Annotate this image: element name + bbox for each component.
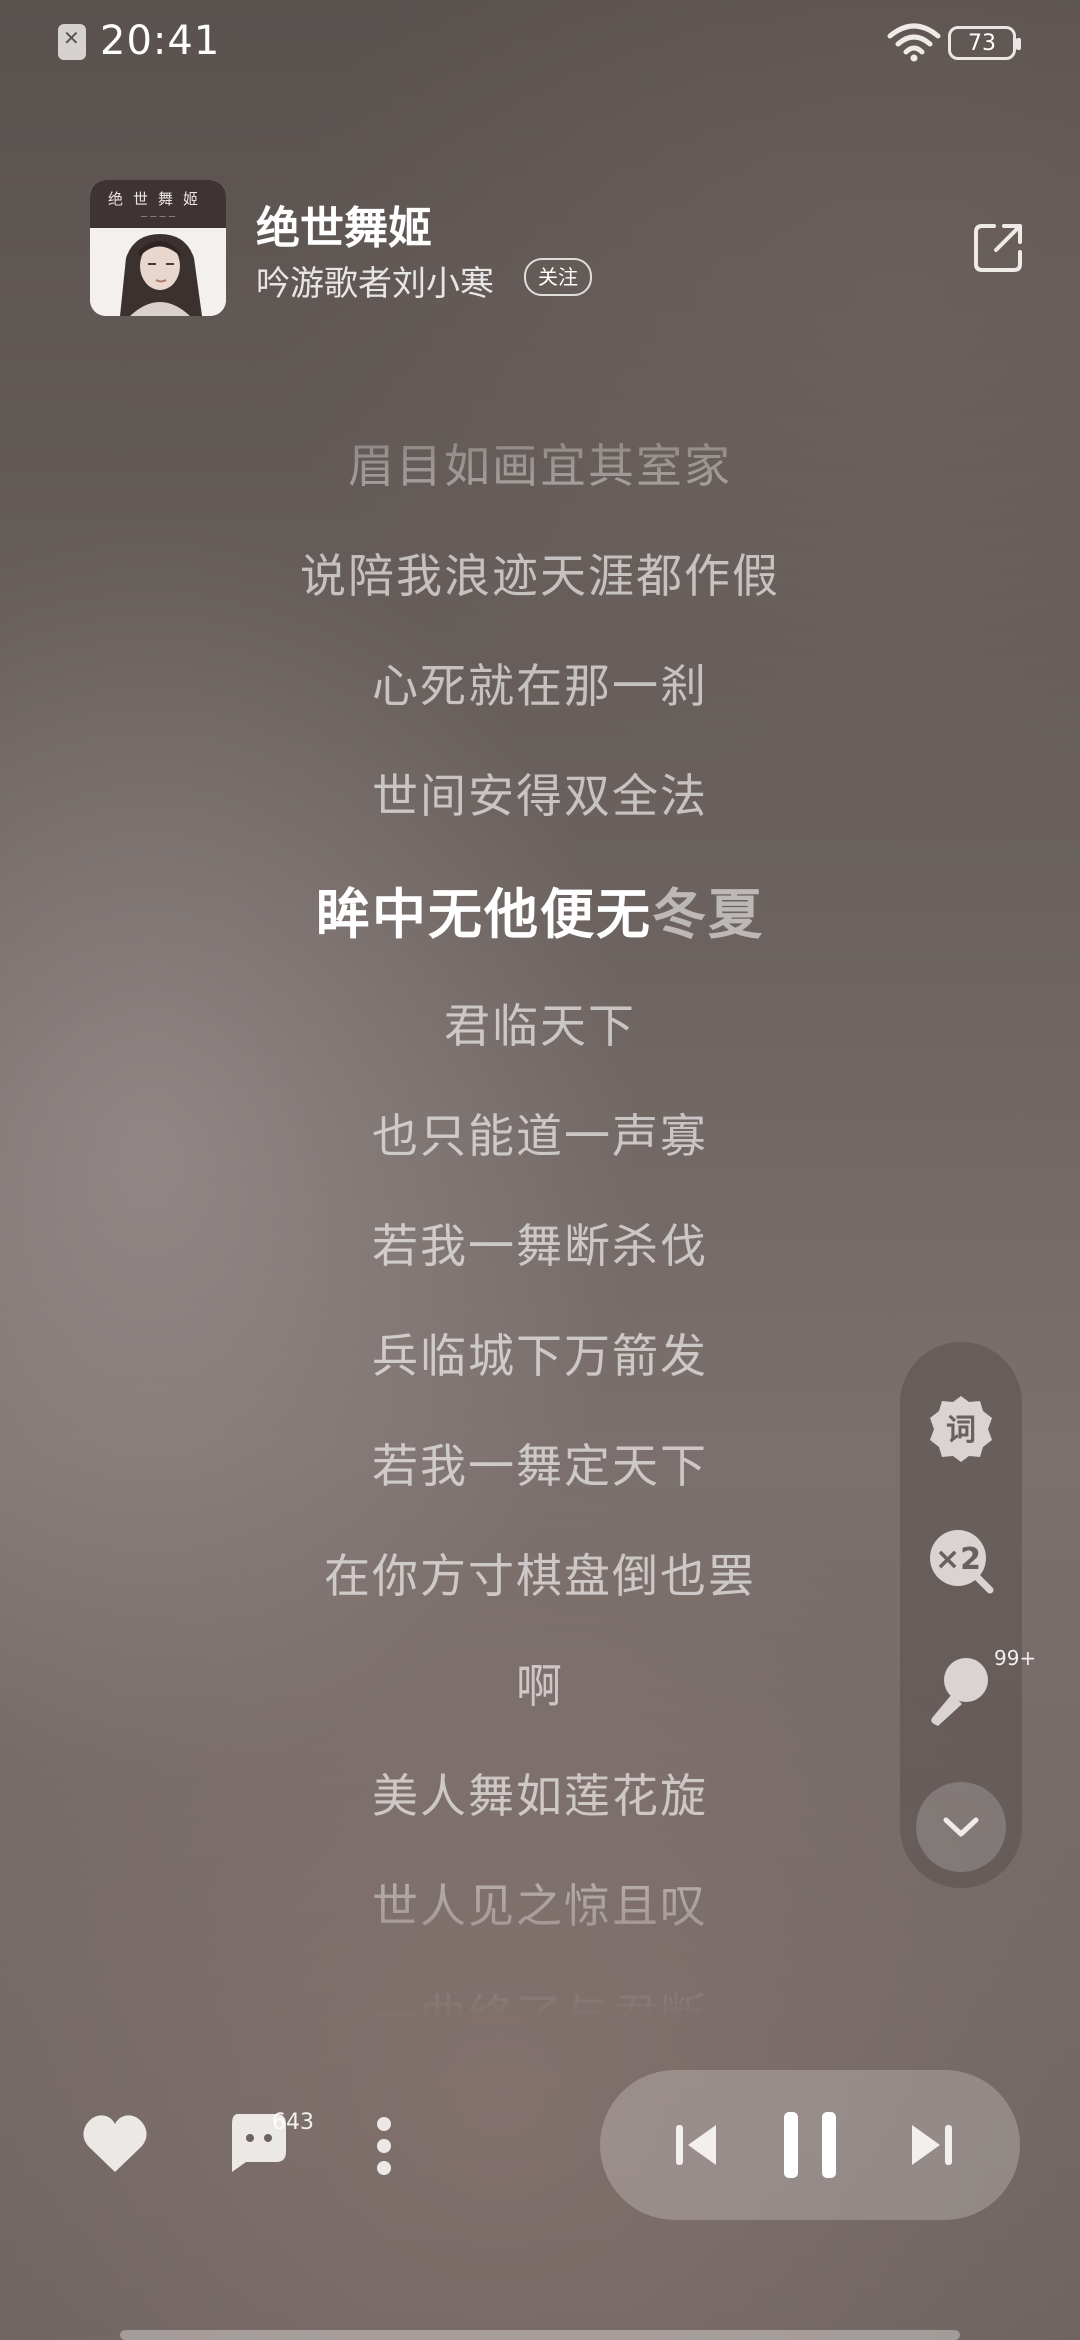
svg-text:×2: ×2 [935,1542,981,1577]
lyric-line[interactable]: 世人见之惊且叹 [0,1870,1080,1936]
pause-icon[interactable] [778,2110,842,2180]
karaoke-button[interactable]: 99+ [922,1646,1036,1730]
lyric-line[interactable]: 说陪我浪迹天涯都作假 [0,540,1080,606]
lyrics-icon: 词 [930,1396,992,1462]
battery-level: 73 [968,30,996,56]
share-icon[interactable] [970,220,1026,276]
comment-count: 643 [272,2110,314,2135]
lyric-line[interactable]: 心死就在那一刹 [0,650,1080,716]
follow-button[interactable]: 关注 [524,258,592,296]
battery-icon: 73 [948,26,1021,60]
no-sim-icon [58,24,86,60]
next-track-icon[interactable] [900,2115,960,2175]
karaoke-count-badge: 99+ [994,1646,1037,1670]
lyrics-toggle-button[interactable]: 词 [922,1390,1000,1468]
side-tool-panel: 词 ×2 99+ [900,1342,1036,1888]
lyric-line[interactable]: 世间安得双全法 [0,760,1080,826]
more-options-icon[interactable] [370,2116,398,2176]
home-indicator [120,2330,960,2340]
lyric-line-current[interactable]: 眸中无他便无冬夏 [0,870,1080,949]
svg-text:词: 词 [946,1413,976,1448]
song-title: 绝世舞姬 [256,203,432,254]
status-bar: 20:41 73 [0,0,1080,90]
cover-title: 绝世舞姬 [107,190,208,208]
cover-artwork [90,228,226,316]
collapse-panel-button[interactable] [916,1782,1006,1872]
artist-name[interactable]: 吟游歌者刘小寒 [256,256,494,305]
speed-button[interactable]: ×2 [922,1522,1000,1600]
lyric-unsung-part: 冬夏 [652,883,764,946]
previous-track-icon[interactable] [668,2115,728,2175]
status-time: 20:41 [100,18,221,64]
album-cover[interactable]: 绝世舞姬 — — — — [90,180,226,316]
lyric-sung-part: 眸中无他便无 [316,883,652,946]
wifi-icon [887,23,941,62]
player-controls [600,2070,1020,2220]
lyric-line[interactable]: 君临天下 [0,990,1080,1056]
lyric-line[interactable]: 一曲终了与君断 [0,1980,1080,2020]
speed-icon: ×2 [930,1530,994,1594]
lyric-line[interactable]: 眉目如画宜其室家 [0,430,1080,496]
like-heart-icon[interactable] [80,2112,150,2176]
microphone-icon [931,1658,988,1726]
lyric-line[interactable]: 若我一舞断杀伐 [0,1210,1080,1276]
cover-title-band: 绝世舞姬 — — — — [90,180,226,228]
lyric-line[interactable]: 也只能道一声寡 [0,1100,1080,1166]
chevron-down-icon [943,1817,979,1837]
cover-subtitle-decoration: — — — — [140,212,176,220]
